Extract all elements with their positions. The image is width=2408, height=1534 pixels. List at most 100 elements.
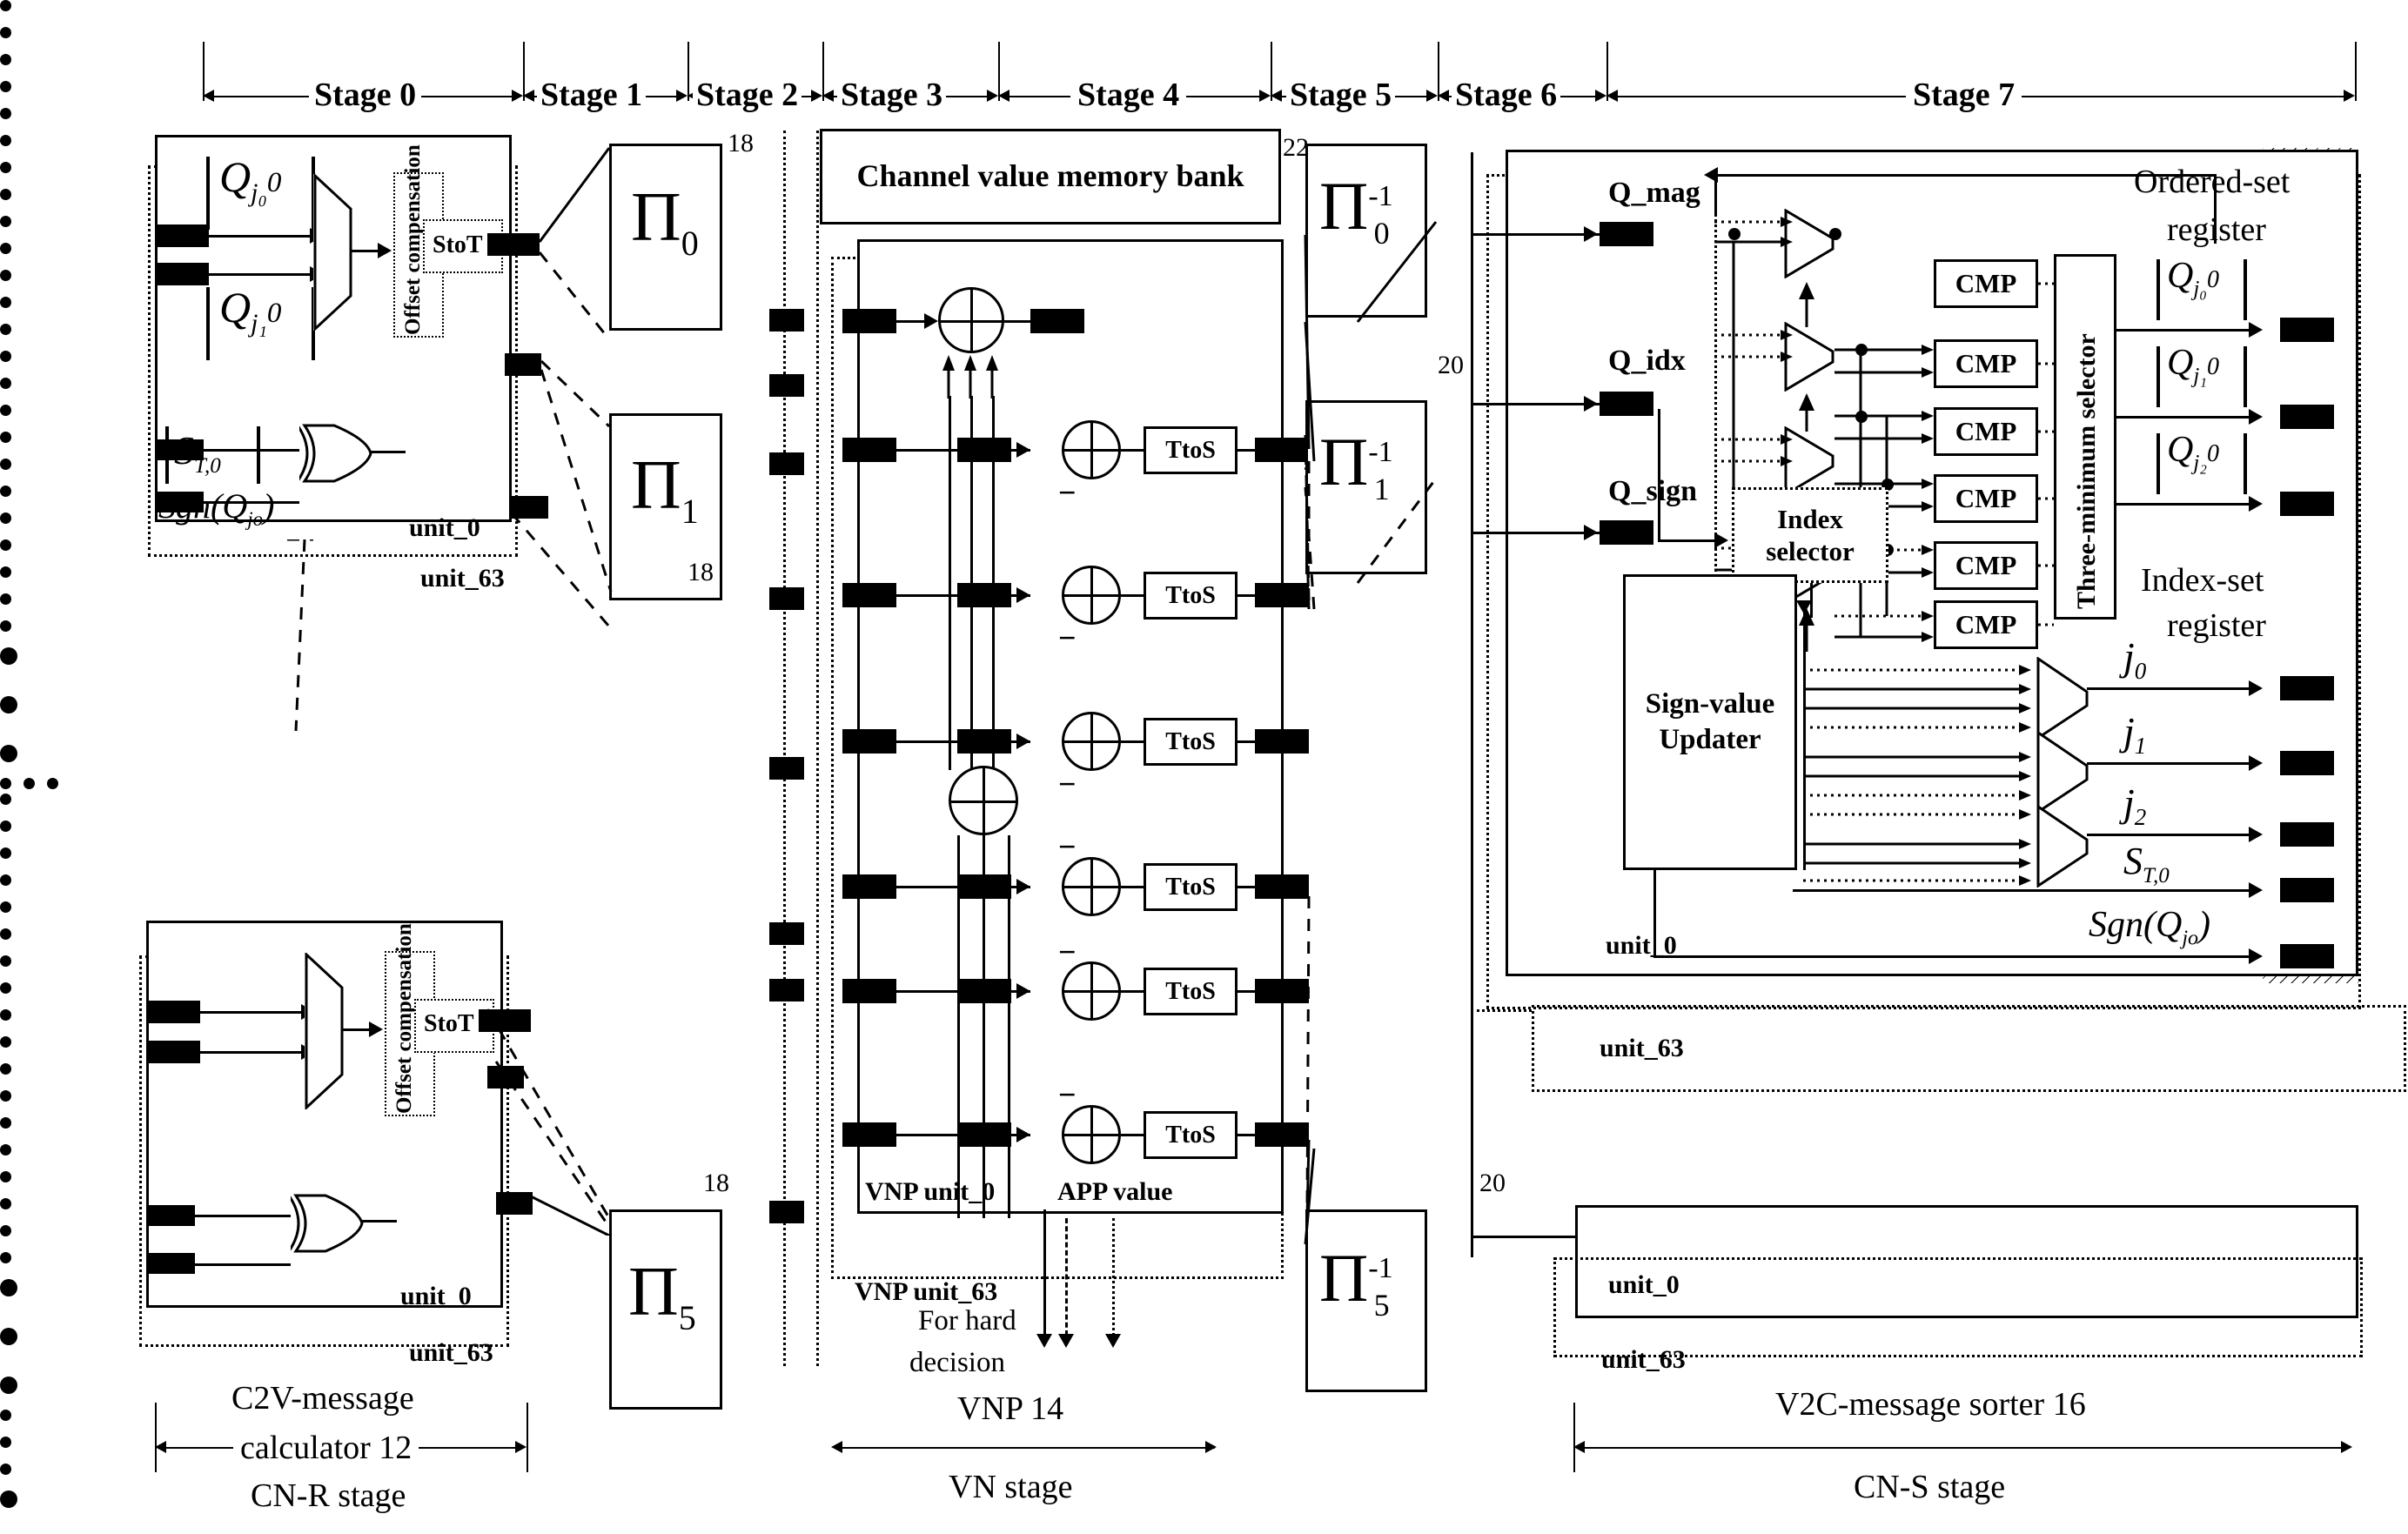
v2c-caption-arrow-left xyxy=(1573,1441,1585,1453)
c2v-vertical-dots-top xyxy=(0,0,2408,65)
hard-decision-arrow-1 xyxy=(1058,1334,1074,1348)
vnp-center-adder-h xyxy=(950,800,1016,803)
vnp-row6-minus: − xyxy=(1058,1077,1077,1112)
c2v-input-port-st xyxy=(155,439,204,460)
c2v-b-out-port-2 xyxy=(496,1192,533,1215)
stot-label-top: StoT xyxy=(433,231,483,258)
xor-gate-top xyxy=(296,422,374,489)
hard-decision-arrow-0 xyxy=(1036,1334,1052,1348)
stage6-rail xyxy=(1471,152,1473,1257)
c2v-b-mux-out xyxy=(343,1028,372,1031)
cmp-block-5: CMP xyxy=(1934,600,2038,649)
vnp-row5-minus: − xyxy=(1058,934,1077,969)
q-idx-to-index-selector xyxy=(1658,539,1717,542)
idx-j0-label: j0 xyxy=(2123,634,2147,685)
c2v-caption-line1: C2V-message xyxy=(228,1382,418,1415)
vnp-caption-rule xyxy=(841,1447,1215,1449)
xor-gate-bottom xyxy=(287,1192,366,1259)
vnp-row4-out xyxy=(1121,886,1144,888)
vnp-row5-mid-pad xyxy=(957,979,1011,1003)
vnp-row4-minus: − xyxy=(1058,829,1077,864)
hard-decision-label-1: For hard xyxy=(918,1305,1016,1336)
stage-arrow-right-2 xyxy=(811,90,822,102)
permuter-pi1-label: Π1 xyxy=(631,447,699,531)
idx-st0-wire xyxy=(1793,889,2254,892)
vnp-row2-adder-h xyxy=(1063,594,1119,597)
q-idx-in-wire xyxy=(1471,403,1601,405)
idx-st0-arrow xyxy=(2249,882,2263,898)
vnp-row6-in-pad xyxy=(842,1122,896,1147)
c2v-input-port-0 xyxy=(155,224,209,247)
vnp-feed-line-a xyxy=(949,396,951,770)
vnp-app-value-label: APP value xyxy=(1057,1177,1173,1206)
vnp-adder-top-out xyxy=(1004,320,1030,323)
q-sign-port xyxy=(1600,520,1653,545)
q-idx-label: Q_idx xyxy=(1608,345,1686,377)
osr-qj2-arrow xyxy=(2249,496,2263,512)
vnp-row3-in-pad xyxy=(842,729,896,754)
c2v-wire-st xyxy=(204,449,299,452)
vnp-row6-mid-pad xyxy=(957,1122,1011,1147)
q-mag-label: Q_mag xyxy=(1608,177,1700,209)
bus-width-18c: 18 xyxy=(703,1169,729,1197)
junction-dot-0 xyxy=(1728,228,1741,240)
stage-arrow-right-0 xyxy=(512,90,523,102)
vnp-row2-mid-pad xyxy=(957,583,1011,607)
st0-bracket-right xyxy=(257,426,260,484)
stage2-pad-3 xyxy=(769,587,804,610)
idx-j1-pad xyxy=(2280,751,2334,775)
cmp-block-2: CMP xyxy=(1934,407,2038,456)
c2v-b-input-port-st xyxy=(146,1205,195,1226)
stage-label-2: Stage 2 xyxy=(693,78,802,111)
sign-value-updater-label: Sign-value Updater xyxy=(1623,574,1797,870)
osr-qj2-wire xyxy=(2116,503,2254,506)
stage-arrow-left-7 xyxy=(1606,90,1618,102)
xor-out-wire-bottom xyxy=(362,1220,397,1223)
q-mag-in-arrow xyxy=(1584,226,1598,242)
vnp-caption-line2: VN stage xyxy=(949,1469,1073,1505)
ordered-set-label-1: Ordered-set xyxy=(2134,164,2291,200)
idx-j1-label: j1 xyxy=(2123,709,2147,760)
idx-sgn-arrow xyxy=(2249,948,2263,964)
vnp-row6-adder-h xyxy=(1063,1134,1119,1136)
vnp-row2-minus: − xyxy=(1058,620,1077,655)
sign-updater-bus-lines xyxy=(1803,661,2038,888)
c2v-out-port-1 xyxy=(505,353,541,376)
q-idx-port xyxy=(1600,392,1653,416)
osr-qj1-pad xyxy=(2280,405,2334,429)
vnp-row4-adder-h xyxy=(1063,886,1119,888)
idx-st0-label: ST,0 xyxy=(2123,840,2170,888)
stage-arrow-left-1 xyxy=(523,90,534,102)
channel-memory-bank-label: Channel value memory bank xyxy=(856,158,1244,194)
osr-qj1-wire xyxy=(2116,416,2254,419)
v2c-bottom-unit63-box xyxy=(1553,1257,2363,1357)
vnp-row1-mid-pad xyxy=(957,438,1011,462)
vnp-row2-arrow xyxy=(1016,587,1030,603)
vnp-adder-top-feeders xyxy=(931,348,1018,400)
c2v-out-port-0 xyxy=(487,233,540,256)
q-mag-in-wire xyxy=(1471,233,1601,236)
label-qj0: Qj₀0 xyxy=(219,152,282,207)
hard-decision-line-2 xyxy=(1112,1218,1115,1336)
vnp-row5-arrow xyxy=(1016,983,1030,999)
osr-qj0-arrow xyxy=(2249,322,2263,338)
osr-qj0-bar-l xyxy=(2156,259,2160,320)
osr-qj2-bar-l xyxy=(2156,433,2160,494)
osr-qj0-pad xyxy=(2280,318,2334,342)
vnp-caption-arrow-right xyxy=(1205,1441,1217,1453)
idx-j2-wire xyxy=(2087,834,2254,836)
index-set-label-2: register xyxy=(2167,607,2266,644)
q-idx-in-arrow xyxy=(1584,396,1598,412)
stage-arrow-right-7 xyxy=(2344,90,2355,102)
c2v-b-wire-1 xyxy=(200,1051,305,1054)
index-set-label-1: Index-set xyxy=(2141,562,2264,599)
stage-label-1: Stage 1 xyxy=(537,78,647,111)
c2v-b-unit63-label: unit_63 xyxy=(409,1338,493,1367)
q-sign-in-wire xyxy=(1471,532,1601,534)
c2v-unit0-label: unit_0 xyxy=(409,513,480,542)
q-sign-in-arrow xyxy=(1584,525,1598,540)
osr-qj2-bar-r xyxy=(2244,433,2247,494)
idx-j0-wire xyxy=(2087,687,2254,690)
cmp-junction-1 xyxy=(1855,411,1868,423)
index-selector-in-arrow xyxy=(1714,533,1728,548)
